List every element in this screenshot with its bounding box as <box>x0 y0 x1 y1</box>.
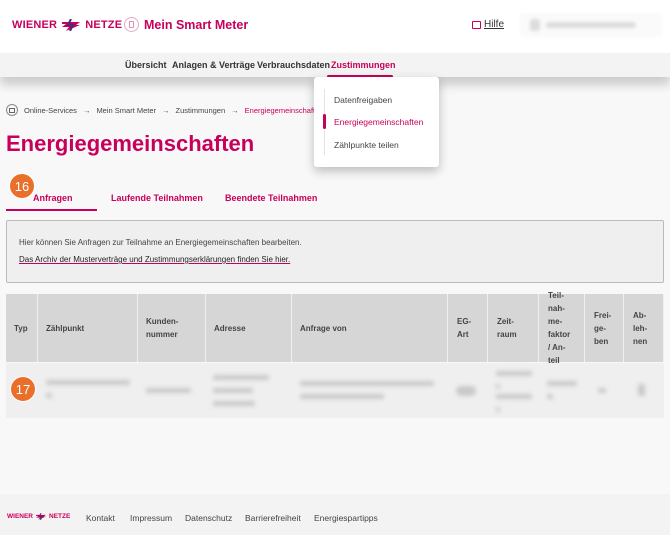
user-icon <box>530 19 540 31</box>
footer-logo-left: WIENER <box>7 513 33 520</box>
footer-link-kontakt[interactable]: Kontakt <box>86 513 115 523</box>
footer: WIENER NETZE Kontakt Impressum Datenschut… <box>0 494 670 535</box>
tab-active-indicator <box>6 209 97 211</box>
column-header: Kunden- nummer <box>138 294 206 362</box>
column-header: Frei- ge- ben <box>585 294 624 362</box>
breadcrumb-mein-smart-meter[interactable]: Mein Smart Meter <box>96 106 156 115</box>
breadcrumb-current: Energiegemeinschaften <box>244 105 324 115</box>
column-header: Teil- nah- me- faktor / An- teil <box>539 291 585 365</box>
reject-icon[interactable] <box>638 384 645 396</box>
external-link-icon <box>472 20 481 29</box>
smart-meter-icon <box>124 17 139 32</box>
main-nav: Übersicht Anlagen & Verträge Verbrauchsd… <box>0 53 670 77</box>
column-header-label: Adresse <box>214 323 246 333</box>
column-header-label: Frei- ge- ben <box>594 310 612 346</box>
breadcrumb-online-services[interactable]: Online-Services <box>24 106 77 115</box>
nav-zustimmungen[interactable]: Zustimmungen <box>331 60 396 70</box>
column-header: Typ <box>6 294 38 362</box>
zustimmungen-dropdown: Datenfreigaben Energiegemeinschaften Zäh… <box>314 77 439 167</box>
step-badge: 16 <box>10 174 34 198</box>
column-header-label: Zählpunkt <box>46 323 85 333</box>
tab-anfragen[interactable]: Anfragen <box>33 193 73 203</box>
info-box: Hier können Sie Anfragen zur Teilnahme a… <box>6 220 664 283</box>
footer-link-datenschutz[interactable]: Datenschutz <box>185 513 232 523</box>
footer-link-energiespartipps[interactable]: Energiespartipps <box>314 513 378 523</box>
step-badge: 17 <box>11 377 35 401</box>
arrow-right-icon: → <box>231 105 239 115</box>
dropdown-item-datenfreigaben[interactable]: Datenfreigaben <box>334 95 392 105</box>
archive-link[interactable]: Das Archiv der Musterverträge und Zustim… <box>19 255 290 264</box>
column-header: Anfrage von <box>292 294 448 362</box>
column-header-label: Teil- nah- me- faktor / An- teil <box>548 291 571 365</box>
column-header-label: EG- Art <box>457 317 472 339</box>
column-header-label: Kunden- nummer <box>146 317 179 339</box>
breadcrumb: Online-Services → Mein Smart Meter → Zusti… <box>6 104 323 116</box>
footer-link-barrierefreiheit[interactable]: Barrierefreiheit <box>245 513 301 523</box>
nav-uebersicht[interactable]: Übersicht <box>125 60 167 70</box>
column-header-label: Ab- leh- nen <box>633 310 648 346</box>
user-name-redacted <box>546 22 636 28</box>
nav-verbrauchsdaten[interactable]: Verbrauchsdaten <box>257 60 330 70</box>
header: WIENER NETZE Mein Smart Meter Hilfe <box>0 0 670 53</box>
nav-anlagen-vertraege[interactable]: Anlagen & Verträge <box>172 60 255 70</box>
approve-icon[interactable] <box>598 388 606 393</box>
help-link[interactable]: Hilfe <box>472 19 504 30</box>
tab-beendete-teilnahmen[interactable]: Beendete Teilnahmen <box>225 193 317 203</box>
info-text: Hier können Sie Anfragen zur Teilnahme a… <box>19 238 302 247</box>
dropdown-item-energiegemeinschaften[interactable]: Energiegemeinschaften <box>334 117 423 127</box>
arrow-right-icon: → <box>82 105 91 115</box>
app-title-text: Mein Smart Meter <box>144 17 249 32</box>
column-header: Zählpunkt <box>38 294 138 362</box>
logo-text-left: WIENER <box>12 19 58 31</box>
footer-link-impressum[interactable]: Impressum <box>130 513 172 523</box>
logo-text-right: NETZE <box>85 19 123 31</box>
footer-logo[interactable]: WIENER NETZE <box>7 513 70 520</box>
column-header: Adresse <box>206 294 292 362</box>
logo-bolt-icon <box>62 19 81 31</box>
column-header: EG- Art <box>448 294 488 362</box>
user-menu[interactable] <box>520 13 662 37</box>
help-label: Hilfe <box>484 19 505 30</box>
wiener-netze-logo[interactable]: WIENER NETZE <box>12 19 122 31</box>
column-header: Ab- leh- nen <box>624 294 664 362</box>
column-header: Zeit- raum <box>488 294 539 362</box>
app-title[interactable]: Mein Smart Meter <box>124 17 248 32</box>
dropdown-item-zaehlpunkte-teilen[interactable]: Zählpunkte teilen <box>334 140 399 150</box>
column-header-label: Anfrage von <box>300 323 347 333</box>
column-header-label: Zeit- raum <box>497 317 517 339</box>
tab-laufende-teilnahmen[interactable]: Laufende Teilnahmen <box>111 193 203 203</box>
column-header-label: Typ <box>14 323 28 333</box>
footer-logo-right: NETZE <box>49 513 71 520</box>
logo-bolt-icon <box>36 513 46 520</box>
breadcrumb-zustimmungen[interactable]: Zustimmungen <box>176 106 226 115</box>
arrow-right-icon: → <box>162 105 170 115</box>
table-row <box>6 363 664 418</box>
page-title: Energiegemeinschaften <box>6 131 255 156</box>
dropdown-active-indicator <box>323 114 326 129</box>
monitor-icon <box>6 104 18 116</box>
requests-table: Typ Zählpunkt Kunden- nummer Adresse Anfrage… <box>6 291 664 418</box>
